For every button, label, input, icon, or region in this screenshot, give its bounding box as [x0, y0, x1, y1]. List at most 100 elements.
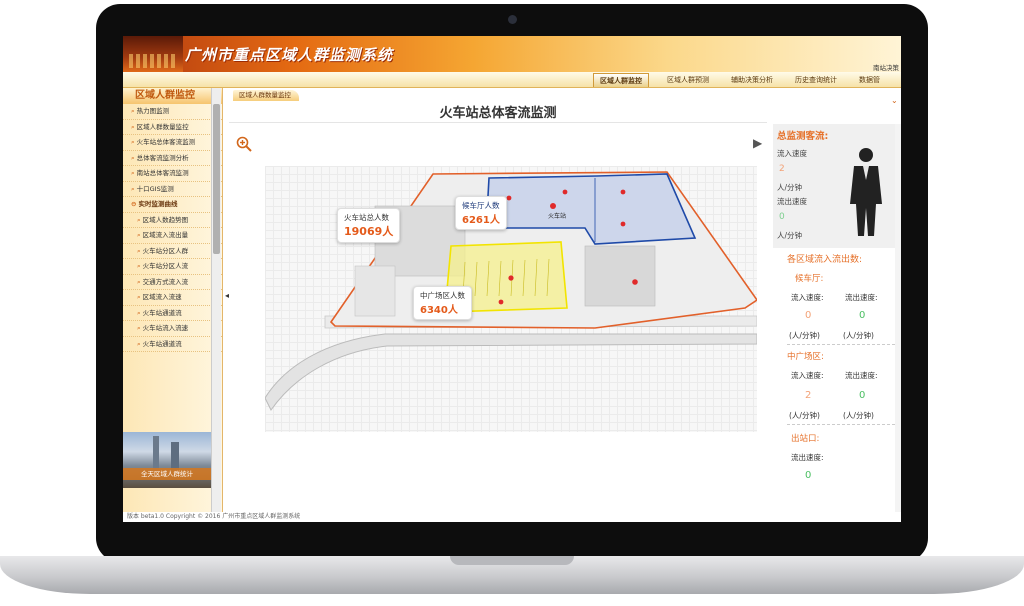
right-panel-scrollbar[interactable] [895, 124, 901, 512]
zoom-in-icon[interactable] [236, 136, 252, 152]
area-out-value: 0 [859, 310, 866, 321]
area-out-unit: (人/分钟) [843, 411, 874, 420]
header-skyline-image [123, 36, 183, 72]
station-floorplan: 火车站 [265, 171, 757, 411]
building-sw [354, 265, 396, 317]
bullet-icon: ⌕ [137, 308, 141, 317]
road-lower [265, 333, 757, 411]
station-map[interactable]: 火车站 火车站总人数 19069人 候车厅人数 6261人 中广场区人数 634… [265, 166, 757, 432]
sidebar-subitem-label: 火车站流入流速 [142, 324, 189, 332]
sidebar-item[interactable]: ⌕ 十口GIS监测 [123, 182, 222, 197]
bullet-icon: ⌕ [131, 122, 135, 131]
area-out-value: 0 [859, 390, 866, 401]
sidebar-subitem-label: 区域流入流出量 [142, 231, 189, 239]
waiting-hall-count-bubble[interactable]: 候车厅人数 6261人 [455, 196, 507, 230]
area-name-waiting-hall: 候车厅: [795, 274, 824, 284]
total-flow-card: 总监测客流: 流入速度 2 人/分钟 流出速度 0 人/分钟 [773, 124, 895, 248]
sidebar-group[interactable]: ⊖ 实时监测曲线 [123, 197, 222, 213]
area-in-label: 流入速度: [791, 293, 824, 302]
bullet-icon: ⌕ [137, 339, 141, 348]
in-speed-label: 流入速度 [777, 149, 807, 158]
sidebar-bottom-link[interactable]: 全天区域人群统计 [123, 468, 211, 480]
person-silhouette-icon [850, 148, 882, 236]
sidebar-item-label: 南站总体客流监测 [136, 169, 189, 177]
area-divider [787, 424, 895, 425]
area-in-unit: (人/分钟) [789, 411, 820, 420]
sidebar-subitem[interactable]: ⌕ 火车站分区人群 [123, 244, 222, 259]
sidebar-subitem[interactable]: ⌕ 区域流入流出量 [123, 228, 222, 244]
top-nav: 南站决策 区域人群监控 区域人群预测 辅助决策分析 历史查询统计 数据管 [123, 64, 901, 88]
sidebar-group-label: 实时监测曲线 [138, 200, 178, 208]
area-in-value: 2 [805, 390, 812, 401]
out-speed-value: 0 [779, 212, 785, 222]
app-title: 广州市重点区域人群监测系统 [185, 46, 394, 64]
right-panel-chevron-icon[interactable]: ⌄ [891, 96, 898, 105]
total-flow-title: 总监测客流: [777, 131, 829, 142]
total-count-value: 19069人 [344, 225, 394, 238]
sidebar-subitem-label: 交通方式流入流 [142, 277, 189, 286]
in-speed-value: 2 [779, 164, 785, 174]
sidebar-subitem-label: 火车站分区人流 [142, 262, 189, 270]
sidebar-subitem[interactable]: ⌕ 火车站通道流 [123, 337, 222, 352]
main-content: 区域人群数量监控 火车站总体客流监测 ▶ 火车站 火车站总人数 19069人 候… [229, 88, 767, 512]
area-out-label: 流出速度: [845, 371, 878, 380]
plaza-count-bubble[interactable]: 中广场区人数 6340人 [413, 286, 472, 320]
bullet-icon: ⌕ [137, 277, 141, 286]
area-in-value: 0 [805, 310, 812, 321]
breadcrumb[interactable]: 区域人群数量监控 [233, 90, 299, 101]
sidebar-item[interactable]: ⌕ 区域人群数量监控 [123, 120, 222, 135]
tab-decision-analysis[interactable]: 辅助决策分析 [725, 73, 779, 87]
bullet-icon: ⌕ [131, 107, 135, 115]
sidebar-subitem[interactable]: ⌕ 火车站流入流速 [123, 321, 222, 337]
collapse-icon: ⊖ [131, 200, 137, 208]
area-divider [787, 344, 895, 345]
sidebar-item-label: 火车站总体客流监测 [136, 138, 196, 146]
sidebar-scroll-thumb[interactable] [213, 104, 220, 254]
tab-region-monitor[interactable]: 区域人群监控 [593, 73, 649, 87]
sidebar-subitem[interactable]: ⌕ 区域流入流速 [123, 290, 222, 306]
sidebar-item[interactable]: ⌕ 火车站总体客流监测 [123, 135, 222, 151]
plaza-count-label: 中广场区人数 [420, 291, 465, 300]
tab-history-stats[interactable]: 历史查询统计 [789, 73, 843, 87]
sidebar-subitem-label: 火车站分区人群 [142, 246, 189, 255]
sidebar-subitem[interactable]: ⌕ 交通方式流入流 [123, 275, 222, 290]
screen: 广州市重点区域人群监测系统 南站决策 区域人群监控 区域人群预测 辅助决策分析 … [123, 36, 901, 522]
bullet-icon: ⌕ [137, 324, 141, 332]
sidebar-item-label: 十口GIS监测 [136, 184, 174, 193]
bullet-icon: ⌕ [137, 231, 141, 239]
bullet-icon: ⌕ [131, 153, 135, 162]
in-speed-unit: 人/分钟 [777, 183, 803, 192]
sidebar-scrollbar[interactable] [211, 88, 221, 512]
bullet-icon: ⌕ [131, 184, 135, 193]
tab-data-manage[interactable]: 数据管 [853, 73, 886, 87]
sidebar-item[interactable]: ⌕ 总体客流监测分析 [123, 151, 222, 166]
page-title: 火车站总体客流监测 [439, 106, 557, 121]
sidebar-item-label: 热力图监测 [136, 107, 170, 115]
waiting-hall-count-label: 候车厅人数 [462, 201, 500, 210]
sidebar-subitem-label: 区域流入流速 [142, 293, 182, 301]
out-speed-label: 流出速度 [777, 197, 807, 206]
sidebar: 区域人群监控 ⌕ 热力图监测 ⌕ 区域人群数量监控 ⌕ 火车站总体客流监测 ⌕ 总体客流… [123, 88, 223, 512]
tab-region-forecast[interactable]: 区域人群预测 [661, 73, 715, 87]
sidebar-subitem-label: 火车站通道流 [142, 339, 182, 348]
bullet-icon: ⌕ [137, 293, 141, 301]
total-count-label: 火车站总人数 [344, 213, 389, 222]
areas-title: 各区域流入流出数: [787, 255, 863, 265]
bullet-icon: ⌕ [137, 246, 141, 255]
sidebar-subitem[interactable]: ⌕ 火车站分区人流 [123, 259, 222, 275]
sidebar-item-label: 总体客流监测分析 [136, 153, 189, 162]
bullet-icon: ⌕ [131, 138, 135, 146]
sidebar-subitem-label: 火车站通道流 [142, 308, 182, 317]
sidebar-item[interactable]: ⌕ 南站总体客流监测 [123, 166, 222, 182]
sidebar-subitem[interactable]: ⌕ 火车站通道流 [123, 306, 222, 321]
waiting-hall-count-value: 6261人 [462, 215, 500, 226]
user-label[interactable]: 南站决策 [873, 62, 899, 72]
panel-expand-arrow-icon[interactable]: ▶ [753, 136, 762, 150]
right-panel: 总监测客流: 流入速度 2 人/分钟 流出速度 0 人/分钟 各区域流入流出数:… [773, 124, 901, 512]
sidebar-item[interactable]: ⌕ 热力图监测 [123, 104, 222, 120]
area-out-label: 流出速度: [845, 293, 878, 302]
bullet-icon: ⌕ [137, 262, 141, 270]
total-count-bubble[interactable]: 火车站总人数 19069人 [337, 208, 401, 243]
sidebar-subitem[interactable]: ⌕ 区域人数趋势图 [123, 213, 222, 228]
area-out-unit: (人/分钟) [843, 331, 874, 340]
